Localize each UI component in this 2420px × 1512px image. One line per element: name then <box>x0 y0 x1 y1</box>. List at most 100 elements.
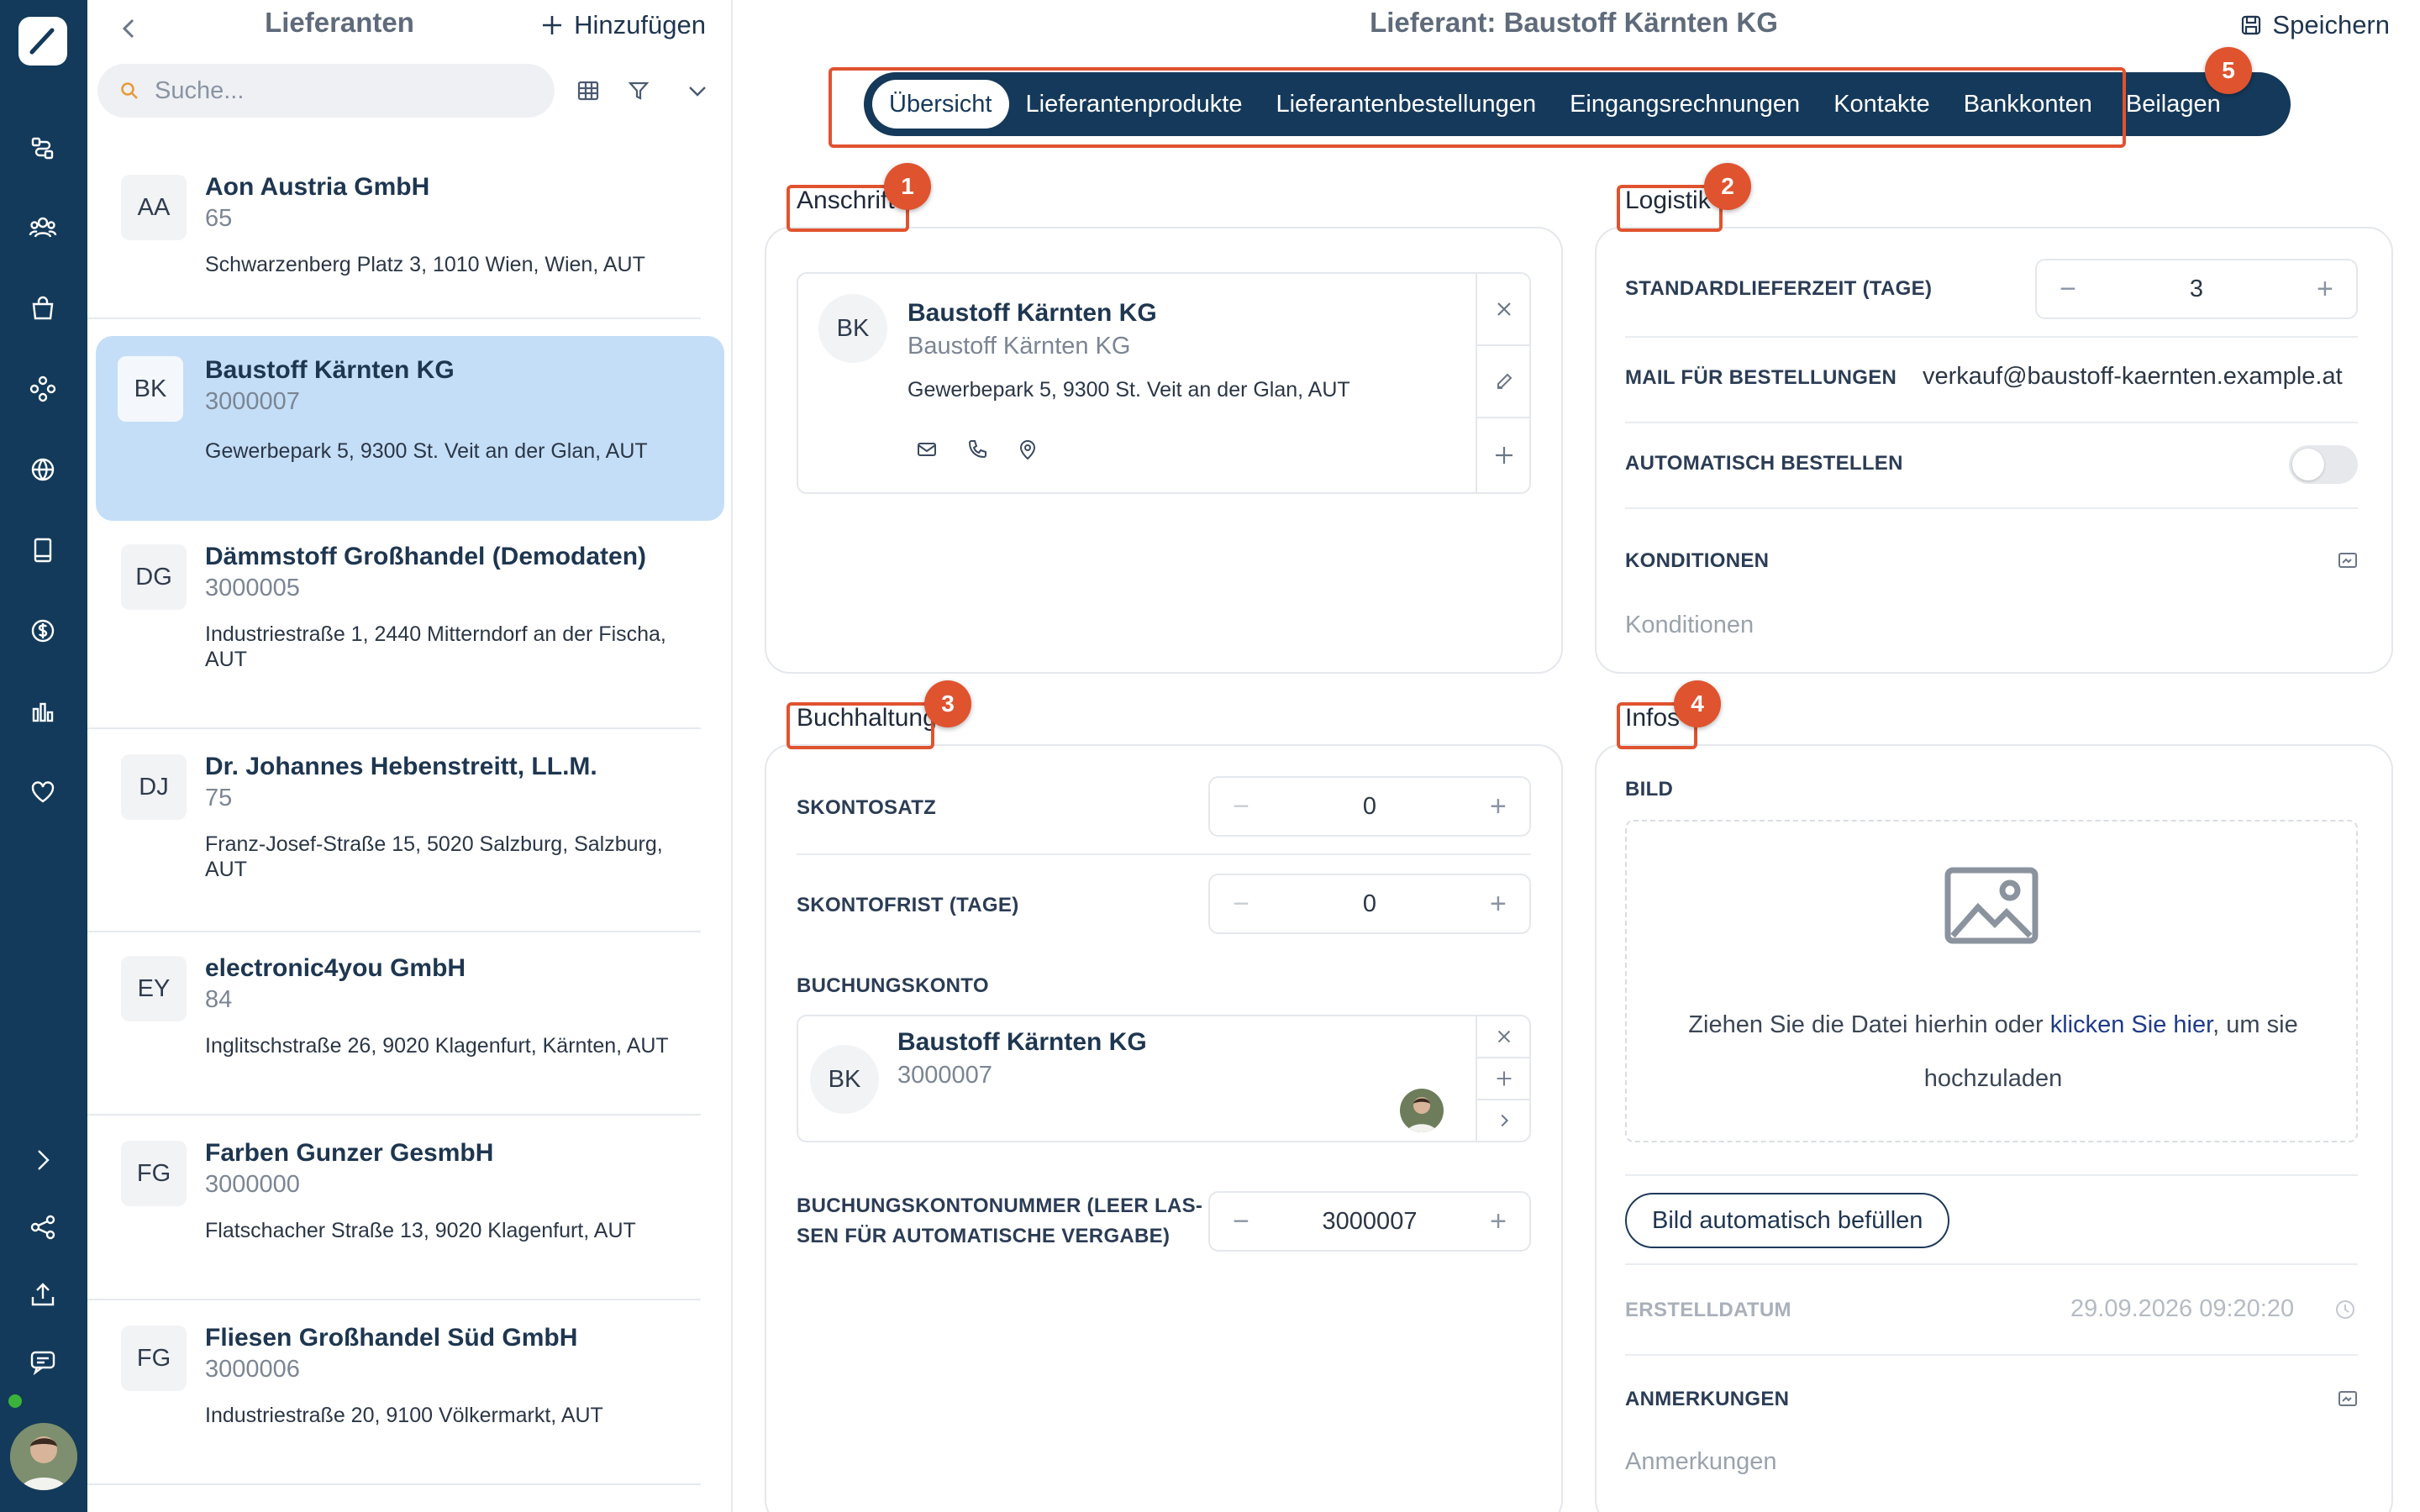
location-pin-icon[interactable] <box>1017 438 1039 460</box>
list-title: Lieferanten <box>265 7 414 38</box>
list-item-address: Industriestraße 20, 9100 Völkermarkt, AU… <box>205 1404 603 1427</box>
address-card[interactable]: BK Baustoff Kärnten KG Baustoff Kärnten … <box>797 272 1531 494</box>
decrement-icon[interactable]: − <box>2055 273 2081 306</box>
add-supplier-label: Hinzufügen <box>574 10 706 39</box>
list-item-address: Franz-Josef-Straße 15, 5020 Salzburg, Sa… <box>205 832 663 881</box>
image-dropzone[interactable]: Ziehen Sie die Datei hierhin oder klicke… <box>1625 820 2358 1142</box>
divider <box>1625 1174 2358 1176</box>
list-item-number: 3000007 <box>205 388 300 415</box>
edit-address-button[interactable] <box>1476 346 1531 418</box>
increment-icon[interactable]: + <box>1486 888 1511 921</box>
search-input[interactable] <box>155 76 508 105</box>
lieferzeit-stepper[interactable]: − 3 + <box>2035 259 2358 319</box>
decrement-icon[interactable]: − <box>1228 790 1254 823</box>
increment-icon[interactable]: + <box>2312 273 2338 306</box>
table-view-icon[interactable] <box>571 74 605 108</box>
kontonummer-label: BUCHUNGSKONTONUMMER (LEER LAS- SEN FÜR A… <box>797 1191 1202 1252</box>
list-item-avatar: AA <box>121 175 187 240</box>
filter-icon[interactable] <box>622 74 655 108</box>
list-item-avatar: DG <box>121 544 187 610</box>
image-placeholder-icon <box>1943 865 2040 946</box>
konto-user-avatar <box>1400 1089 1444 1132</box>
buchhaltung-callout <box>786 702 934 749</box>
remove-address-button[interactable] <box>1476 274 1531 346</box>
dropzone-text-1: Ziehen Sie die Datei hierhin oder <box>1688 1011 2044 1038</box>
save-button[interactable]: Speichern <box>2240 10 2390 40</box>
address-subname: Baustoff Kärnten KG <box>908 333 1131 360</box>
divider <box>1625 1354 2358 1356</box>
book-icon[interactable] <box>18 526 67 575</box>
dropzone-text-3: hochzuladen <box>1923 1065 2063 1092</box>
auto-order-label: AUTOMATISCH BESTELLEN <box>1625 452 1903 475</box>
skontosatz-value: 0 <box>1362 792 1377 820</box>
skontosatz-stepper[interactable]: − 0 + <box>1208 776 1531 837</box>
page-title: Lieferant: Baustoff Kärnten KG <box>1370 7 1778 38</box>
list-item-address: Schwarzenberg Platz 3, 1010 Wien, Wien, … <box>205 253 645 276</box>
list-item-number: 3000005 <box>205 575 300 601</box>
increment-icon[interactable]: + <box>1486 1205 1511 1238</box>
chart-icon[interactable] <box>18 687 67 736</box>
decrement-icon[interactable]: − <box>1228 1205 1254 1238</box>
lieferzeit-label: STANDARDLIEFERZEIT (TAGE) <box>1625 277 1933 300</box>
divider <box>1625 336 2358 338</box>
auto-fill-image-button[interactable]: Bild automatisch befüllen <box>1625 1193 1950 1248</box>
list-item[interactable]: FG Fliesen Großhandel Süd GmbH 3000006 Indu… <box>87 1302 701 1485</box>
phone-icon[interactable] <box>966 438 988 460</box>
divider <box>1625 1263 2358 1265</box>
increment-icon[interactable]: + <box>1486 790 1511 823</box>
modules-icon[interactable] <box>18 365 67 413</box>
upload-link[interactable]: klicken Sie hier <box>2050 1011 2212 1038</box>
remove-konto-button[interactable] <box>1476 1016 1531 1058</box>
list-item[interactable]: DJ Dr. Johannes Hebenstreitt, LL.M. 75 Fran… <box>87 731 701 932</box>
konditionen-input[interactable]: Konditionen <box>1625 612 1754 639</box>
list-item-avatar: BK <box>118 356 183 422</box>
auto-order-toggle[interactable] <box>2289 445 2358 484</box>
expand-editor-icon[interactable] <box>2338 1389 2358 1408</box>
list-item-address: Flatschacher Straße 13, 9020 Klagenfurt,… <box>205 1219 636 1242</box>
workflow-icon[interactable] <box>18 124 67 173</box>
clock-icon <box>2334 1299 2356 1320</box>
share-icon[interactable] <box>18 1203 67 1252</box>
bild-label: BILD <box>1625 778 1674 801</box>
chat-icon[interactable] <box>18 1337 67 1386</box>
expand-icon[interactable] <box>18 1136 67 1184</box>
buchungskonto-label: BUCHUNGSKONTO <box>797 974 989 997</box>
divider <box>1625 422 2358 423</box>
skontofrist-stepper[interactable]: − 0 + <box>1208 874 1531 934</box>
close-icon <box>1497 1030 1511 1043</box>
anmerkungen-input[interactable]: Anmerkungen <box>1625 1448 1777 1476</box>
upload-icon[interactable] <box>18 1270 67 1319</box>
kontonummer-label-line2: SEN FÜR AUTOMATISCHE VERGABE) <box>797 1225 1171 1247</box>
chevron-down-icon[interactable] <box>681 74 714 108</box>
annotation-badge-5: 5 <box>2205 47 2252 94</box>
list-item[interactable]: DG Dämmstoff Großhandel (Demodaten) 300000… <box>87 521 701 729</box>
shopping-bag-icon[interactable] <box>18 284 67 333</box>
heart-icon[interactable] <box>18 768 67 816</box>
list-item-avatar: DJ <box>121 754 187 820</box>
add-address-button[interactable] <box>1476 418 1531 492</box>
list-item[interactable]: AA Aon Austria GmbH 65 Schwarzenberg Platz … <box>87 151 701 319</box>
list-item[interactable]: EY electronic4you GmbH 84 Inglitschstraße 2… <box>87 932 701 1116</box>
decrement-icon[interactable]: − <box>1228 888 1254 921</box>
globe-icon[interactable] <box>18 445 67 494</box>
finance-icon[interactable] <box>18 606 67 655</box>
list-item-number: 84 <box>205 986 233 1013</box>
list-item[interactable]: FG Farben Gunzer GesmbH 3000000 Flatschache… <box>87 1117 701 1300</box>
contacts-icon[interactable] <box>18 203 67 252</box>
list-item[interactable]: BK Baustoff Kärnten KG 3000007 Gewerbepark … <box>96 336 724 521</box>
expand-editor-icon[interactable] <box>2338 551 2358 570</box>
kontonummer-value: 3000007 <box>1322 1207 1418 1235</box>
user-avatar[interactable] <box>10 1423 77 1490</box>
open-konto-button[interactable] <box>1476 1100 1531 1141</box>
app-logo[interactable] <box>18 17 67 66</box>
add-konto-button[interactable] <box>1476 1058 1531 1100</box>
kontonummer-stepper[interactable]: − 3000007 + <box>1208 1191 1531 1252</box>
add-supplier-button[interactable]: Hinzufügen <box>540 10 706 40</box>
mail-icon[interactable] <box>916 438 938 460</box>
mail-value[interactable]: verkauf@baustoff-kaernten.example.at <box>1923 363 2343 391</box>
annotation-badge-4: 4 <box>1674 680 1721 727</box>
annotation-badge-3: 3 <box>924 680 971 727</box>
buchungskonto-card[interactable]: BK Baustoff Kärnten KG 3000007 <box>797 1015 1531 1142</box>
konto-number: 3000007 <box>897 1062 992 1089</box>
list-item-name: Aon Austria GmbH <box>205 173 430 201</box>
